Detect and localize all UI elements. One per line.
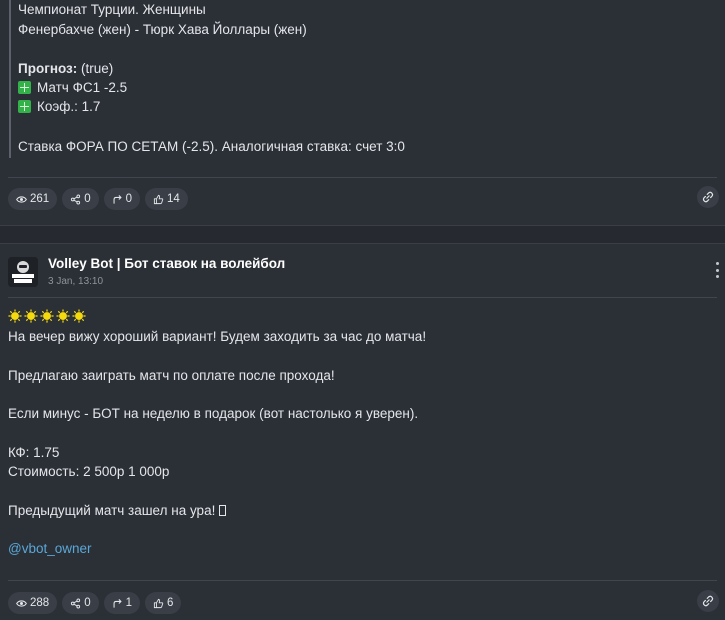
header-divider	[8, 297, 717, 298]
share-icon	[71, 194, 81, 204]
views-button[interactable]: 288	[8, 592, 58, 614]
odds-line: КФ: 1.75	[8, 445, 60, 460]
shares-count: 0	[84, 597, 91, 609]
sun-emoji-row	[8, 309, 86, 323]
previous-match-text: Предыдущий матч зашел на ура!	[8, 503, 220, 518]
share-button[interactable]: 0	[62, 188, 99, 210]
sun-emoji-icon	[24, 309, 38, 323]
shares-count: 0	[84, 193, 91, 205]
post-1-stats: 261 0 0 14	[8, 188, 188, 210]
eye-icon	[16, 599, 27, 607]
forwards-count: 1	[125, 597, 132, 609]
sun-emoji-icon	[56, 309, 70, 323]
forecast-value: (true)	[81, 61, 114, 76]
bet-text: Матч ФС1 -2.5	[37, 80, 128, 95]
message-line: На вечер вижу хороший вариант! Будем зах…	[8, 329, 427, 344]
message-line: Предыдущий матч зашел на ура!	[8, 502, 227, 520]
match-text: Фенербахче (жен) - Тюрк Хава Йоллары (же…	[18, 22, 307, 37]
forward-icon	[113, 598, 122, 608]
post-2-stats: 288 0 1 6	[8, 592, 182, 614]
unsupported-emoji-icon	[219, 505, 227, 516]
sun-emoji-icon	[40, 309, 54, 323]
bet-line: Матч ФС1 -2.5	[18, 79, 127, 97]
share-icon	[71, 598, 81, 608]
forecast-line: Прогноз: (true)	[18, 60, 113, 78]
price-line: Стоимость: 2 500р 1 000р	[8, 464, 170, 479]
green-sparkle-emoji-icon	[18, 100, 31, 113]
volley-bot-logo	[8, 257, 38, 287]
forward-button[interactable]: 0	[103, 188, 140, 210]
league-text: Чемпионат Турции. Женщины	[18, 2, 206, 17]
views-count: 288	[30, 597, 50, 609]
link-icon	[702, 595, 714, 607]
thumbs-up-icon	[153, 598, 164, 608]
forward-icon	[113, 194, 122, 204]
more-vertical-icon[interactable]	[715, 262, 719, 278]
owner-mention-link[interactable]: @vbot_owner	[8, 540, 92, 558]
views-button[interactable]: 261	[8, 188, 58, 210]
divider	[8, 177, 717, 178]
coef-text: Коэф.: 1.7	[37, 99, 101, 114]
views-count: 261	[30, 193, 50, 205]
forecast-label: Прогноз:	[18, 61, 78, 76]
message-line: Предлагаю заиграть матч по оплате после …	[8, 368, 335, 383]
copy-link-button[interactable]	[697, 590, 719, 612]
post-2: Volley Bot | Бот ставок на волейбол 3 Ja…	[0, 245, 725, 620]
divider	[8, 580, 717, 581]
message-line: Если минус - БОТ на неделю в подарок (во…	[8, 406, 419, 421]
thumbs-up-icon	[153, 194, 164, 204]
sun-emoji-icon	[72, 309, 86, 323]
post-1: Чемпионат Турции. Женщины Фенербахче (же…	[0, 0, 725, 226]
share-button[interactable]: 0	[62, 592, 99, 614]
link-icon	[702, 191, 714, 203]
like-button[interactable]: 14	[145, 188, 188, 210]
post-date[interactable]: 3 Jan, 13:10	[48, 276, 103, 287]
copy-link-button[interactable]	[697, 186, 719, 208]
green-sparkle-emoji-icon	[18, 81, 31, 94]
forwards-count: 0	[125, 193, 132, 205]
quote-bar	[9, 0, 11, 158]
sun-emoji-icon	[8, 309, 22, 323]
likes-count: 6	[167, 597, 174, 609]
channel-name[interactable]: Volley Bot | Бот ставок на волейбол	[48, 256, 285, 271]
eye-icon	[16, 195, 27, 203]
note-text: Ставка ФОРА ПО СЕТАМ (-2.5). Аналогичная…	[18, 139, 405, 154]
post-separator	[0, 226, 725, 244]
likes-count: 14	[167, 193, 180, 205]
like-button[interactable]: 6	[145, 592, 182, 614]
coef-line: Коэф.: 1.7	[18, 98, 100, 116]
channel-avatar[interactable]	[8, 257, 38, 287]
forward-button[interactable]: 1	[103, 592, 140, 614]
